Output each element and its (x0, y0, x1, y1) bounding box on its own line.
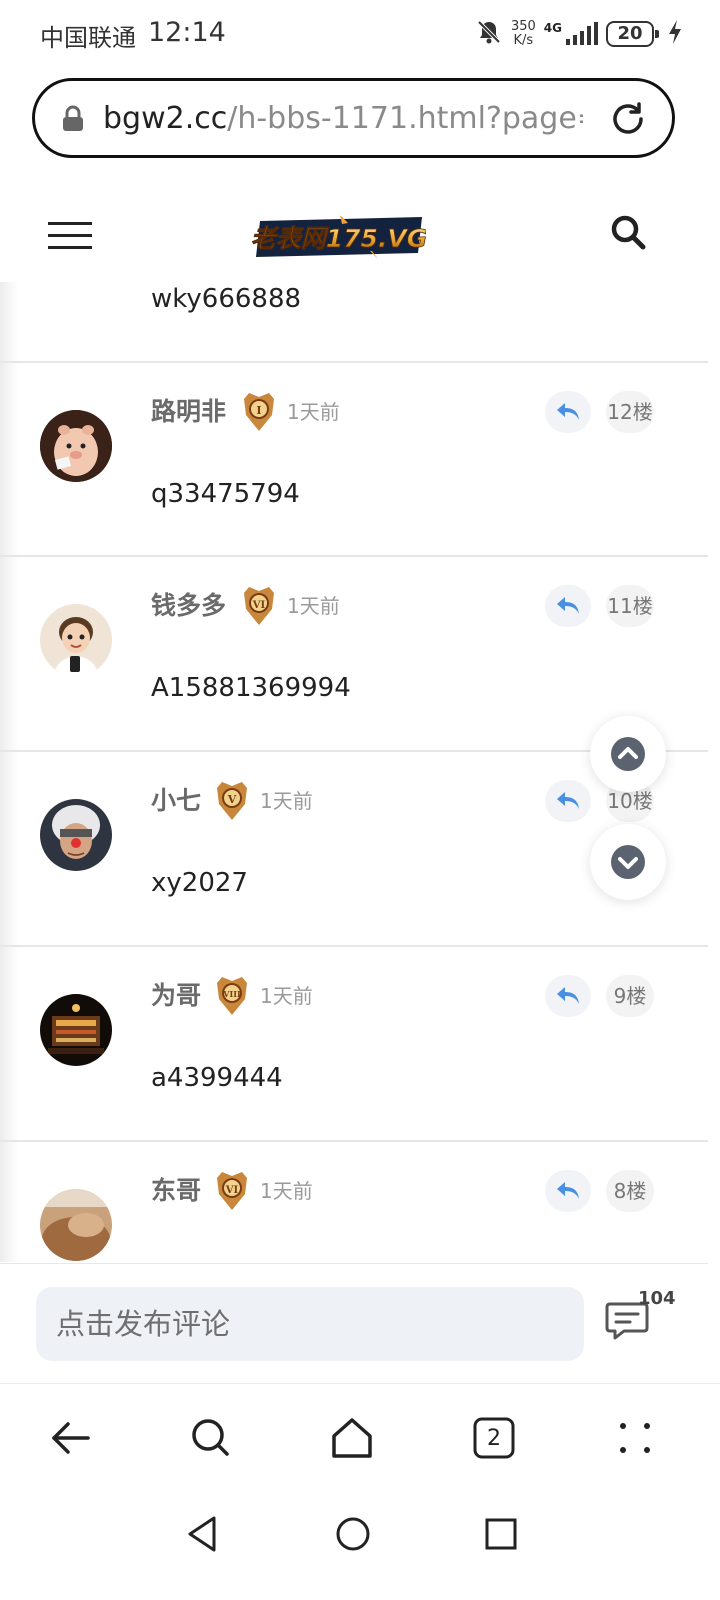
circle-home-icon (336, 1517, 370, 1551)
reply-button[interactable] (545, 975, 591, 1017)
site-logo-text: 老表网175.VG (252, 224, 426, 253)
more-menu-button[interactable] (611, 1414, 659, 1462)
chevron-up-icon (611, 737, 645, 771)
status-icons: 350 K/s 4G 20 (475, 14, 682, 54)
site-logo[interactable]: 老表网175.VG (252, 215, 426, 259)
reply-arrow-icon (557, 1182, 579, 1199)
level-badge-text: VI (252, 600, 266, 611)
photo-avatar[interactable] (40, 1189, 112, 1261)
status-time: 12:14 (148, 17, 226, 48)
comment-time: 1天前 (287, 594, 340, 618)
hamburger-menu-icon[interactable] (48, 220, 92, 256)
comment-author[interactable]: 为哥 (151, 979, 201, 1013)
charging-icon (668, 20, 682, 48)
tab-count: 2 (487, 1425, 501, 1451)
search-icon[interactable] (610, 214, 646, 254)
battery-icon: 20 (606, 21, 659, 47)
comment-text: A15881369994 (151, 673, 351, 703)
back-button[interactable] (46, 1414, 94, 1462)
reply-button[interactable] (545, 1170, 591, 1212)
comment-time: 1天前 (287, 400, 340, 424)
level-badge-icon: I (244, 393, 274, 431)
url-text[interactable]: bgw2.cc/h-bbs-1171.html?page=4 (103, 99, 583, 139)
square-recents-icon (485, 1518, 517, 1550)
level-badge-icon: VI (244, 587, 274, 625)
level-badge-text: VI (225, 1185, 239, 1196)
floor-number: 9楼 (606, 975, 654, 1017)
scroll-up-button[interactable] (590, 716, 666, 792)
system-nav-bar (0, 1491, 720, 1600)
nav-recents-button[interactable] (476, 1509, 526, 1559)
level-badge-text: I (256, 404, 261, 417)
nav-back-button[interactable] (177, 1509, 227, 1559)
carrier-name: 中国联通 (40, 24, 136, 52)
level-badge-text: V (227, 793, 237, 806)
comment-text: q33475794 (151, 479, 300, 509)
previous-comment-text: wky666888 (151, 284, 302, 314)
nav-home-button[interactable] (328, 1509, 378, 1559)
tabs-button[interactable]: 2 (470, 1414, 518, 1462)
reply-button[interactable] (545, 780, 591, 822)
chevron-down-icon (611, 845, 645, 879)
comment-item: 为哥 VIII 1天前 9楼 a4399444 (0, 947, 708, 1141)
comment-text: xy2027 (151, 868, 248, 898)
comment-author[interactable]: 小七 (151, 784, 201, 818)
signal-icon: 4G (544, 21, 598, 47)
reply-arrow-icon (557, 403, 579, 420)
home-icon (332, 1418, 372, 1458)
comment-input[interactable]: 点击发布评论 (36, 1287, 584, 1361)
reply-arrow-icon (557, 987, 579, 1004)
search-button[interactable] (187, 1414, 235, 1462)
network-type: 4G (543, 21, 562, 35)
comment-time: 1天前 (260, 984, 313, 1008)
comment-bar: 点击发布评论 104 (0, 1263, 708, 1383)
status-bar: 中国联通 12:14 350 K/s 4G 20 (0, 0, 720, 68)
battery-level: 20 (617, 23, 643, 44)
reply-button[interactable] (545, 585, 591, 627)
comment-author[interactable]: 钱多多 (151, 589, 226, 623)
comment-time: 1天前 (260, 789, 313, 813)
search-icon (192, 1419, 229, 1456)
cartoon-pig-avatar[interactable] (40, 410, 112, 482)
home-button[interactable] (328, 1414, 376, 1462)
network-speed-value: 350 (510, 19, 536, 34)
url-path: /h-bbs-1171.html?page=4 (227, 101, 583, 136)
level-badge-icon: V (217, 782, 247, 820)
clown-nose-avatar[interactable] (40, 799, 112, 871)
comment-time: 1天前 (260, 1179, 313, 1203)
more-dots-icon (620, 1423, 650, 1453)
site-header: 老表网175.VG (0, 172, 708, 282)
comment-count-badge: 104 (638, 1288, 676, 1309)
scroll-down-button[interactable] (590, 824, 666, 900)
floor-number: 8楼 (606, 1170, 654, 1212)
browser-toolbar: 2 (0, 1383, 720, 1491)
comment-item: 路明非 I 1天前 12楼 q33475794 (0, 363, 708, 557)
level-badge-icon: VIII (217, 977, 247, 1015)
triangle-back-icon (188, 1516, 216, 1552)
level-badge-text: VIII (222, 989, 241, 999)
mute-bell-icon (475, 18, 503, 50)
level-badge-icon: VI (217, 1172, 247, 1210)
network-speed: 350 K/s (511, 20, 536, 48)
reply-arrow-icon (557, 792, 579, 809)
comment-author[interactable]: 东哥 (151, 1174, 201, 1208)
reload-icon[interactable] (608, 99, 648, 143)
lock-icon (61, 105, 85, 137)
back-arrow-icon (52, 1422, 90, 1454)
network-speed-unit: K/s (513, 33, 534, 48)
floor-number: 11楼 (606, 585, 654, 627)
reply-arrow-icon (557, 597, 579, 614)
cartoon-boy-avatar[interactable] (40, 604, 112, 676)
comment-author[interactable]: 路明非 (151, 395, 226, 429)
building-avatar[interactable] (40, 994, 112, 1066)
comment-item: 钱多多 VI 1天前 11楼 A15881369994 (0, 557, 708, 751)
comment-item: 东哥 VI 1天前 8楼 (0, 1142, 708, 1263)
floor-number: 12楼 (606, 391, 654, 433)
comment-text: a4399444 (151, 1063, 283, 1093)
reply-button[interactable] (545, 391, 591, 433)
address-bar[interactable]: bgw2.cc/h-bbs-1171.html?page=4 (32, 78, 675, 158)
url-domain: bgw2.cc (103, 101, 228, 136)
